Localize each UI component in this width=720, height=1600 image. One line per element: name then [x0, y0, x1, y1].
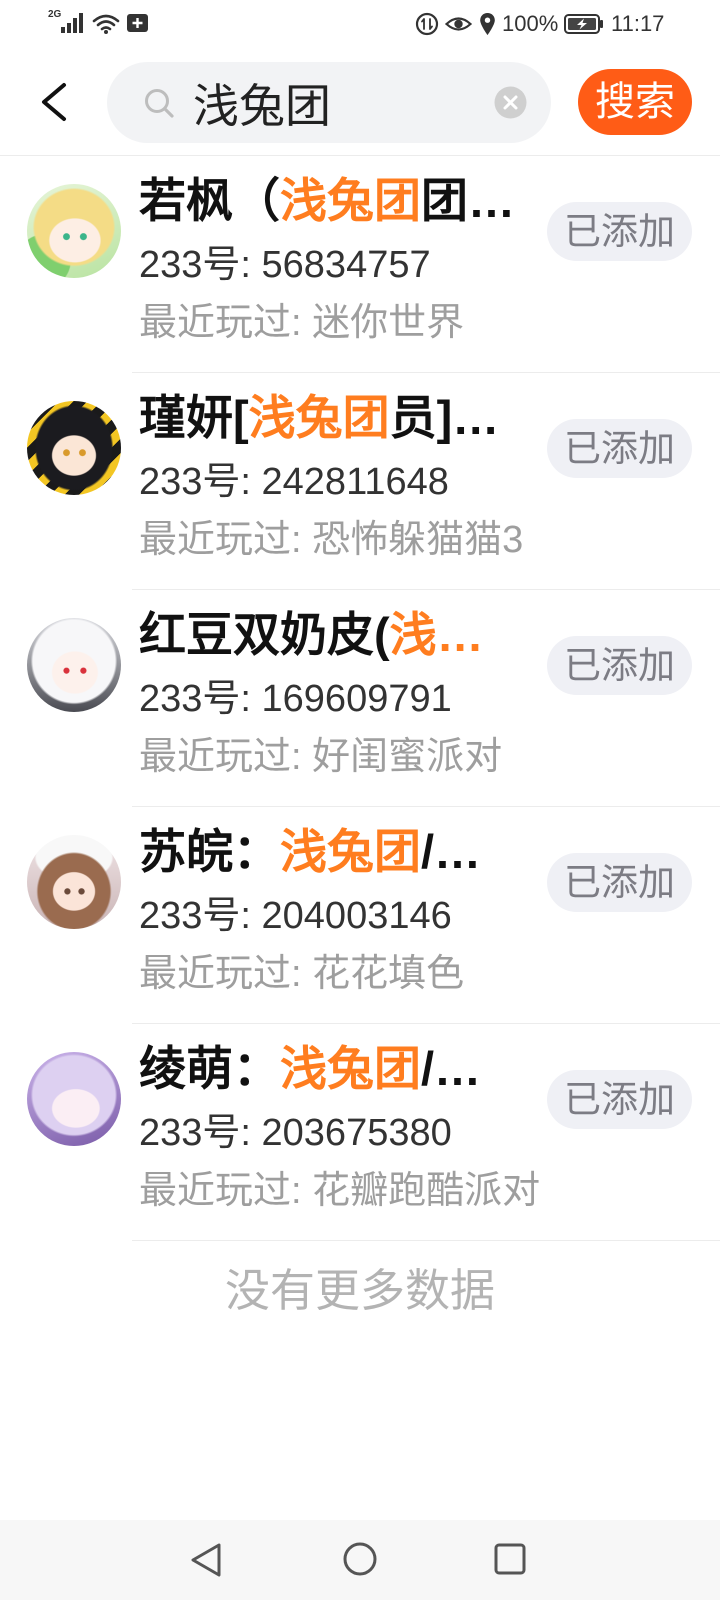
- name-suffix: /…: [421, 825, 482, 878]
- recently-played-game: 恐怖躲猫猫3: [312, 519, 524, 561]
- result-item[interactable]: 若枫（浅兔团团… 233号: 56834757 最近玩过: 迷你世界 已添加: [0, 156, 720, 373]
- recently-played-label: 最近玩过:: [139, 736, 302, 778]
- user-id: 233号: 203675380: [139, 1110, 539, 1156]
- added-button[interactable]: 已添加: [547, 202, 692, 261]
- name-suffix: 员]…: [389, 391, 500, 444]
- recently-played: 最近玩过: 花瓣跑酷派对: [139, 1168, 579, 1214]
- system-nav-bar: [0, 1520, 720, 1600]
- user-id-label: 233号:: [139, 678, 251, 720]
- result-name: 绫萌：浅兔团/…: [139, 1042, 539, 1096]
- result-name: 若枫（浅兔团团…: [139, 174, 539, 228]
- recently-played-game: 迷你世界: [312, 302, 465, 344]
- name-suffix: /…: [421, 1042, 482, 1095]
- user-id: 233号: 242811648: [139, 459, 539, 505]
- location-icon: [480, 13, 495, 35]
- name-highlight: 浅兔团: [280, 174, 421, 227]
- recently-played: 最近玩过: 好闺蜜派对: [139, 734, 579, 780]
- recently-played-label: 最近玩过:: [139, 953, 302, 995]
- added-button[interactable]: 已添加: [547, 419, 692, 478]
- recently-played: 最近玩过: 恐怖躲猫猫3: [139, 517, 579, 563]
- name-highlight: 浅兔团: [280, 825, 421, 878]
- user-id: 233号: 204003146: [139, 893, 539, 939]
- recently-played: 最近玩过: 迷你世界: [139, 300, 579, 346]
- back-button[interactable]: [32, 80, 76, 124]
- user-id-value: 242811648: [261, 461, 449, 503]
- search-button[interactable]: 搜索: [578, 69, 692, 135]
- clear-icon[interactable]: [494, 86, 527, 119]
- result-name: 瑾妍[浅兔团员]…: [139, 391, 539, 445]
- name-prefix: 红豆双奶皮(: [139, 608, 390, 661]
- data-saver-icon: [415, 12, 439, 36]
- search-input[interactable]: [193, 62, 483, 143]
- added-button[interactable]: 已添加: [547, 853, 692, 912]
- back-triangle-icon[interactable]: [189, 1542, 223, 1578]
- name-prefix: 绫萌：: [139, 1042, 280, 1095]
- result-item[interactable]: 红豆双奶皮(浅… 233号: 169609791 最近玩过: 好闺蜜派对 已添加: [0, 590, 720, 807]
- result-item[interactable]: 苏皖：浅兔团/… 233号: 204003146 最近玩过: 花花填色 已添加: [0, 807, 720, 1024]
- wifi-icon: [92, 14, 120, 34]
- user-id-label: 233号:: [139, 1112, 251, 1154]
- clock: 11:17: [611, 11, 665, 36]
- end-of-list-text: 没有更多数据: [224, 1265, 495, 1316]
- user-id: 233号: 56834757: [139, 242, 539, 288]
- divider: [132, 1240, 720, 1241]
- result-item[interactable]: 绫萌：浅兔团/… 233号: 203675380 最近玩过: 花瓣跑酷派对 已添…: [0, 1024, 720, 1241]
- notification-plus-icon: [127, 14, 148, 32]
- user-id-label: 233号:: [139, 895, 251, 937]
- name-highlight: 浅兔团: [248, 391, 390, 444]
- status-bar: 2G 100% 11:17: [0, 0, 720, 48]
- recently-played: 最近玩过: 花花填色: [139, 951, 579, 997]
- added-button[interactable]: 已添加: [547, 1070, 692, 1129]
- user-id-value: 203675380: [261, 1112, 452, 1154]
- user-id-value: 56834757: [261, 244, 431, 286]
- user-id-value: 204003146: [261, 895, 452, 937]
- added-button[interactable]: 已添加: [547, 636, 692, 695]
- name-highlight: 浅…: [389, 608, 484, 661]
- avatar[interactable]: [27, 618, 121, 712]
- user-id: 233号: 169609791: [139, 676, 539, 722]
- name-prefix: 若枫（: [139, 174, 280, 227]
- search-icon: [145, 89, 174, 118]
- avatar[interactable]: [27, 835, 121, 929]
- recently-played-game: 花瓣跑酷派对: [312, 1170, 541, 1212]
- search-header: 搜索: [0, 48, 720, 156]
- recently-played-game: 好闺蜜派对: [312, 736, 503, 778]
- avatar[interactable]: [27, 184, 121, 278]
- home-circle-icon[interactable]: [342, 1541, 378, 1577]
- result-list: 若枫（浅兔团团… 233号: 56834757 最近玩过: 迷你世界 已添加 瑾…: [0, 156, 720, 1241]
- signal-icon: [61, 13, 83, 33]
- recently-played-label: 最近玩过:: [139, 302, 302, 344]
- chevron-left-icon: [42, 83, 66, 121]
- name-prefix: 苏皖：: [139, 825, 280, 878]
- name-suffix: 团…: [421, 174, 515, 227]
- avatar[interactable]: [27, 1052, 121, 1146]
- name-highlight: 浅兔团: [280, 1042, 421, 1095]
- result-name: 红豆双奶皮(浅…: [139, 608, 539, 662]
- result-name: 苏皖：浅兔团/…: [139, 825, 539, 879]
- battery-level: 100%: [502, 11, 559, 36]
- recents-square-icon[interactable]: [493, 1542, 527, 1576]
- user-id-value: 169609791: [261, 678, 452, 720]
- result-item[interactable]: 瑾妍[浅兔团员]… 233号: 242811648 最近玩过: 恐怖躲猫猫3 已…: [0, 373, 720, 590]
- avatar[interactable]: [27, 401, 121, 495]
- recently-played-game: 花花填色: [312, 953, 465, 995]
- search-bar[interactable]: [107, 62, 551, 143]
- battery-charging-icon: [564, 14, 603, 34]
- recently-played-label: 最近玩过:: [139, 1170, 302, 1212]
- recently-played-label: 最近玩过:: [139, 519, 302, 561]
- user-id-label: 233号:: [139, 461, 251, 503]
- name-prefix: 瑾妍[: [139, 391, 249, 444]
- eye-icon: [445, 17, 472, 31]
- user-id-label: 233号:: [139, 244, 251, 286]
